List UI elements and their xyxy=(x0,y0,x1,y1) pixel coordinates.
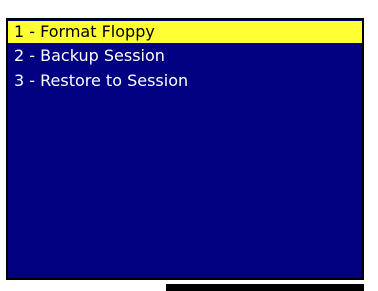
bottom-bar xyxy=(166,284,364,291)
screen: 1 - Format Floppy 2 - Backup Session 3 -… xyxy=(0,0,378,291)
menu-item-backup-session[interactable]: 2 - Backup Session xyxy=(8,45,362,67)
menu-item-format-floppy[interactable]: 1 - Format Floppy xyxy=(8,21,362,43)
menu-item-restore-to-session[interactable]: 3 - Restore to Session xyxy=(8,70,362,92)
floppy-menu-panel: 1 - Format Floppy 2 - Backup Session 3 -… xyxy=(6,18,364,280)
